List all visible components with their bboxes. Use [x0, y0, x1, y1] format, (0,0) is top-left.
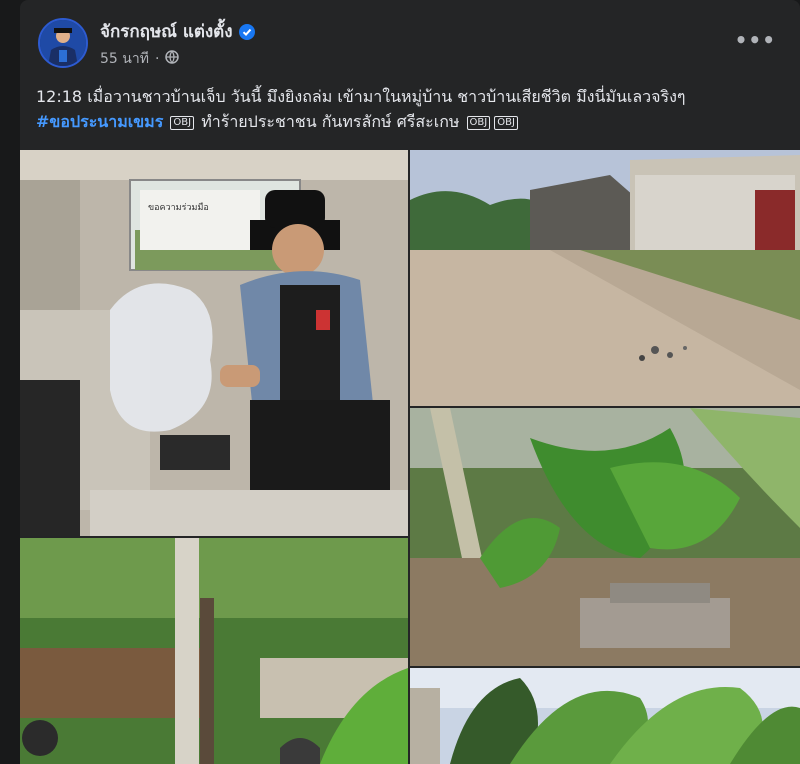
- flag-emoji: OBJ: [466, 116, 491, 130]
- van-window-sign: ขอความร่วมมือ: [148, 202, 209, 213]
- author-name[interactable]: จักรกฤษณ์ แต่งตั้ง: [100, 18, 233, 45]
- photo-officer-in-van[interactable]: ขอความร่วมมือ: [20, 150, 408, 536]
- photo-garden-fence[interactable]: [20, 538, 408, 764]
- author-name-row: จักรกฤษณ์ แต่งตั้ง: [100, 18, 255, 45]
- post-time[interactable]: 55 นาที: [100, 48, 149, 70]
- facebook-post: จักรกฤษณ์ แต่งตั้ง 55 นาที · ••• 12:18 เ…: [20, 0, 800, 764]
- post-text: 12:18 เมื่อวานชาวบ้านเจ็บ วันนี้ มึงยิงถ…: [36, 84, 784, 134]
- photo-village-road[interactable]: [410, 150, 800, 406]
- verified-badge-icon: [238, 23, 255, 40]
- more-options-button[interactable]: •••: [735, 28, 776, 52]
- author-avatar[interactable]: [38, 18, 88, 68]
- photo-damaged-banana-trees[interactable]: [410, 408, 800, 666]
- post-meta: 55 นาที ·: [100, 48, 180, 70]
- post-text-line2: #ขอประนามเขมร OBJ ทำร้ายประชาชน กันทรลัก…: [36, 109, 784, 134]
- post-text-middle: ทำร้ายประชาชน กันทรลักษ์ ศรีสะเกษ: [201, 112, 460, 131]
- flag-emoji: OBJ: [494, 116, 518, 130]
- globe-icon: [165, 50, 180, 68]
- hashtag-link[interactable]: #ขอประนามเขมร: [36, 112, 163, 131]
- post-text-line1: 12:18 เมื่อวานชาวบ้านเจ็บ วันนี้ มึงยิงถ…: [36, 87, 686, 106]
- photo-trees[interactable]: [410, 668, 800, 764]
- flag-emoji: OBJ: [170, 116, 195, 130]
